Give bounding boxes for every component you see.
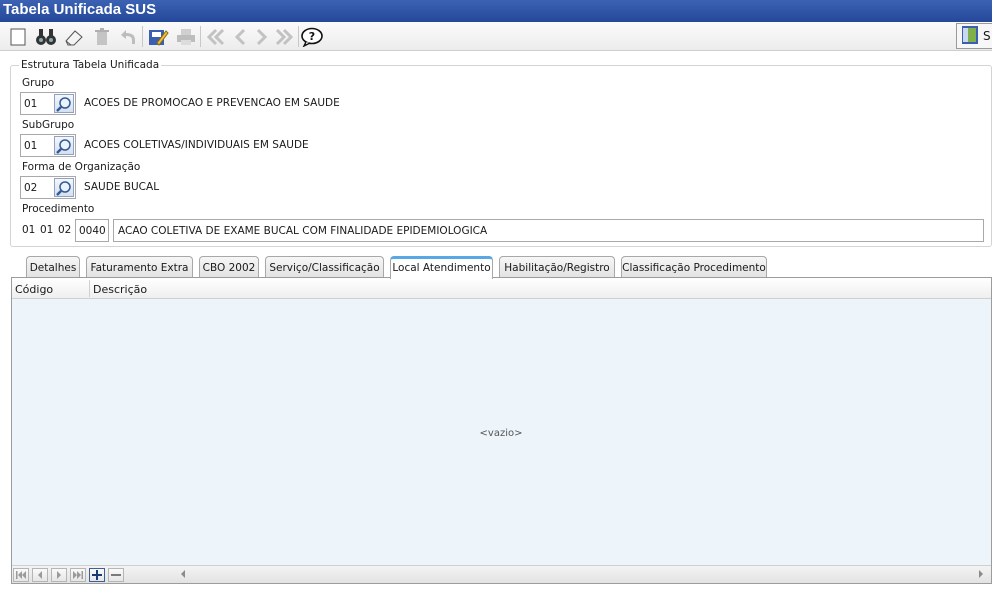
last-icon: [272, 25, 296, 49]
column-header-descricao[interactable]: Descrição: [93, 283, 147, 296]
svg-text:?: ?: [309, 30, 315, 43]
procedimento-forma: 02: [58, 224, 72, 236]
trash-icon: [90, 25, 114, 49]
tab-servico-classificacao[interactable]: Serviço/Classificação: [265, 256, 384, 278]
tab-cbo-2002[interactable]: CBO 2002: [199, 256, 259, 278]
grid-footer: [12, 565, 991, 583]
tab-classificacao-procedimento[interactable]: Classificação Procedimento: [621, 256, 767, 278]
last-record-icon[interactable]: [70, 568, 86, 582]
grupo-search-icon[interactable]: [54, 94, 74, 113]
column-header-codigo[interactable]: Código: [15, 283, 53, 296]
search-binoculars-icon[interactable]: [34, 25, 58, 49]
subgrupo-code-value: 01: [24, 140, 38, 152]
tab-local-atendimento[interactable]: Local Atendimento: [390, 256, 493, 279]
tab-habilitacao-registro[interactable]: Habilitação/Registro: [499, 256, 615, 278]
local-atendimento-grid: Código Descrição <vazio>: [11, 277, 992, 584]
new-icon[interactable]: [6, 25, 30, 49]
toolbar: ? S: [0, 22, 992, 51]
estrutura-legend: Estrutura Tabela Unificada: [21, 59, 160, 71]
window-title: Tabela Unificada SUS: [0, 0, 992, 22]
grupo-description: ACOES DE PROMOCAO E PREVENCAO EM SAUDE: [84, 97, 340, 109]
forma-code-value: 02: [24, 182, 38, 194]
next-icon: [250, 25, 274, 49]
first-record-icon[interactable]: [13, 568, 29, 582]
subgrupo-label: SubGrupo: [22, 119, 75, 131]
exit-label: S: [983, 29, 991, 43]
subgrupo-code-field[interactable]: 01: [20, 134, 76, 157]
print-icon: [174, 25, 198, 49]
add-record-icon[interactable]: [89, 568, 105, 582]
grupo-code-value: 01: [24, 98, 38, 110]
eraser-icon[interactable]: [62, 25, 86, 49]
remove-record-icon[interactable]: [108, 568, 124, 582]
tab-detalhes[interactable]: Detalhes: [26, 256, 80, 278]
procedimento-code-field[interactable]: 0040: [75, 219, 109, 242]
scroll-left-icon[interactable]: [179, 568, 187, 583]
forma-search-icon[interactable]: [54, 178, 74, 197]
undo-icon: [116, 25, 140, 49]
grid-empty-message: <vazio>: [479, 428, 523, 439]
procedimento-description-field[interactable]: ACAO COLETIVA DE EXAME BUCAL COM FINALID…: [113, 219, 984, 242]
grid-header: Código Descrição: [12, 278, 991, 299]
forma-label: Forma de Organização: [22, 161, 141, 173]
save-edit-icon[interactable]: [146, 25, 170, 49]
procedimento-label: Procedimento: [22, 203, 95, 215]
subgrupo-description: ACOES COLETIVAS/INDIVIDUAIS EM SAUDE: [84, 139, 309, 151]
forma-description: SAUDE BUCAL: [84, 181, 160, 193]
forma-code-field[interactable]: 02: [20, 176, 76, 199]
tab-faturamento-extra[interactable]: Faturamento Extra: [86, 256, 193, 278]
procedimento-grupo: 01: [22, 224, 36, 236]
previous-record-icon[interactable]: [32, 568, 48, 582]
subgrupo-search-icon[interactable]: [54, 136, 74, 155]
grupo-code-field[interactable]: 01: [20, 92, 76, 115]
previous-icon: [228, 25, 252, 49]
exit-button[interactable]: S: [956, 23, 992, 49]
first-icon: [204, 25, 228, 49]
next-record-icon[interactable]: [51, 568, 67, 582]
help-icon[interactable]: ?: [300, 25, 324, 49]
scroll-right-icon[interactable]: [977, 568, 985, 583]
grupo-label: Grupo: [22, 77, 55, 89]
door-icon: [960, 24, 980, 49]
procedimento-subgrupo: 01: [40, 224, 54, 236]
